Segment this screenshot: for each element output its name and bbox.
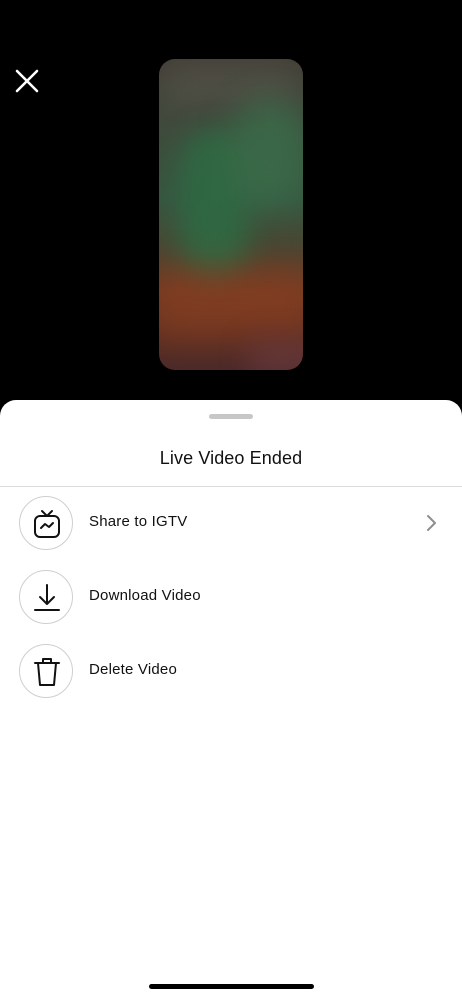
bottom-sheet: Live Video Ended Share to IGTV Download …: [0, 400, 462, 1000]
igtv-icon-circle: [19, 496, 73, 550]
sheet-grabber[interactable]: [209, 414, 253, 419]
close-button[interactable]: [10, 64, 44, 98]
delete-video-label: Delete Video: [89, 661, 178, 678]
igtv-icon: [34, 510, 60, 538]
share-to-igtv-item[interactable]: Share to IGTV: [0, 491, 462, 555]
sheet-title: Live Video Ended: [159, 448, 303, 468]
live-ended-screen: Live Video Ended Share to IGTV Download …: [0, 0, 462, 1000]
download-icon: [34, 584, 60, 611]
delete-video-item[interactable]: Delete Video: [0, 639, 462, 703]
home-indicator: [149, 984, 314, 989]
close-icon: [15, 69, 39, 93]
download-video-item[interactable]: Download Video: [0, 565, 462, 629]
download-video-label: Download Video: [89, 587, 201, 604]
chevron-right-icon: [427, 515, 436, 531]
trash-icon: [34, 658, 60, 686]
trash-icon-circle: [19, 644, 73, 698]
video-preview-thumbnail: [159, 59, 303, 370]
share-to-igtv-label: Share to IGTV: [89, 513, 188, 530]
divider: [0, 486, 462, 487]
download-icon-circle: [19, 570, 73, 624]
